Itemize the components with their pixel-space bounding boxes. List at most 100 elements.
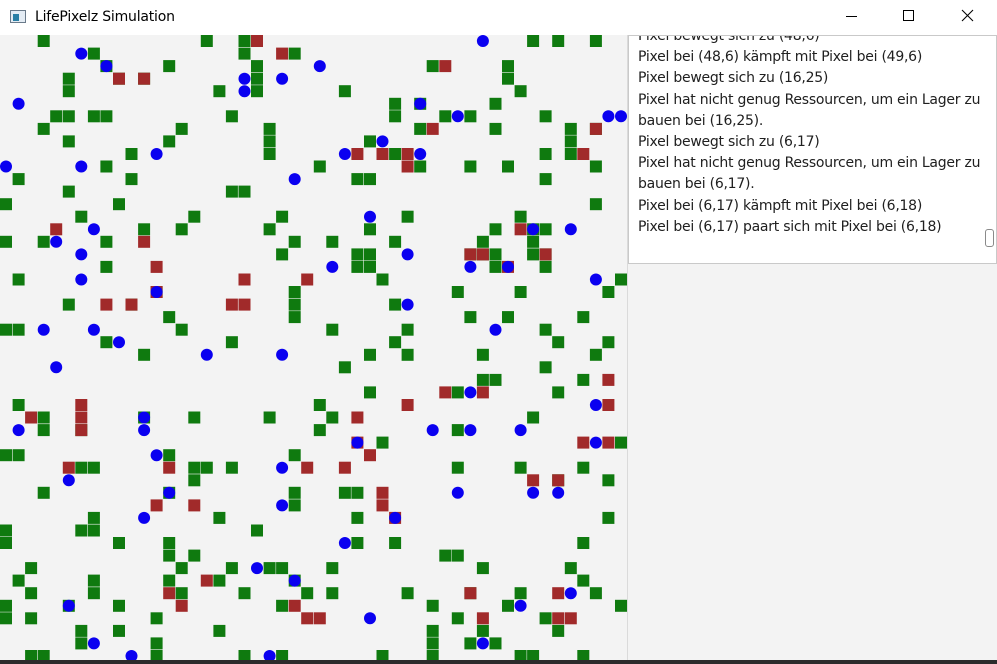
pixel-agent [401, 248, 414, 261]
plant-cell [351, 537, 364, 549]
plant-cell [251, 72, 263, 85]
plant-cell [213, 574, 226, 587]
maximize-button[interactable] [887, 0, 933, 34]
plant-cell [251, 524, 263, 537]
building-cell [401, 160, 414, 173]
plant-cell [276, 210, 289, 223]
pixel-agent [62, 599, 75, 612]
plant-cell [414, 160, 427, 173]
building-cell [602, 373, 615, 386]
plant-cell [364, 348, 376, 361]
pixel-agent [37, 323, 50, 336]
plant-cell [464, 160, 477, 173]
plant-cell [389, 235, 402, 248]
plant-cell [564, 122, 577, 135]
plant-cell [251, 85, 263, 98]
plant-cell [464, 637, 477, 650]
plant-cell [489, 260, 502, 273]
plant-cell [351, 248, 364, 261]
minimize-button[interactable] [830, 0, 876, 34]
building-cell [401, 148, 414, 160]
pixel-agent [62, 474, 75, 487]
plant-cell [263, 148, 276, 160]
building-cell [25, 411, 38, 424]
pixel-agent [150, 286, 163, 298]
plant-cell [125, 173, 138, 186]
plant-cell [476, 235, 489, 248]
plant-cell [451, 549, 464, 562]
plant-cell [188, 411, 201, 424]
plant-cell [589, 160, 602, 173]
plant-cell [439, 110, 452, 123]
plant-cell [389, 298, 402, 311]
plant-cell [288, 449, 301, 462]
pixel-agent [150, 449, 163, 462]
pixel-agent [150, 148, 163, 160]
plant-cell [313, 424, 326, 437]
plant-cell [163, 574, 176, 587]
building-cell [476, 612, 489, 625]
pixel-agent [238, 72, 251, 85]
plant-cell [12, 574, 25, 587]
plant-cell [351, 511, 364, 524]
plant-cell [113, 198, 125, 211]
plant-cell [37, 122, 50, 135]
plant-cell [87, 47, 100, 60]
event-log[interactable]: Pixel bewegt sich zu (48,6) Pixel bei (48… [628, 35, 997, 264]
building-cell [150, 499, 163, 512]
pixel-agent [451, 110, 464, 123]
plant-cell [188, 461, 201, 474]
log-line: Pixel bewegt sich zu (6,17) [638, 134, 820, 151]
plant-cell [364, 248, 376, 261]
plant-cell [263, 122, 276, 135]
simulation-grid[interactable] [0, 35, 627, 664]
building-cell [351, 148, 364, 160]
plant-cell [150, 612, 163, 625]
plant-cell [0, 235, 12, 248]
plant-cell [100, 235, 113, 248]
plant-cell [263, 223, 276, 236]
plant-cell [364, 223, 376, 236]
plant-cell [225, 461, 238, 474]
plant-cell [163, 549, 176, 562]
log-line: Pixel bei (6,17) paart sich mit Pixel be… [638, 218, 942, 235]
pixel-agent [75, 47, 88, 60]
app-window-icon [10, 10, 26, 23]
building-cell [552, 612, 565, 625]
building-cell [577, 148, 590, 160]
pixel-agent [502, 260, 514, 273]
title-bar[interactable]: LifePixelz Simulation [0, 0, 997, 35]
building-cell [138, 235, 151, 248]
plant-cell [539, 148, 552, 160]
pixel-agent [138, 411, 151, 424]
log-scrollbar[interactable] [982, 36, 996, 263]
building-cell [602, 436, 615, 449]
plant-cell [426, 637, 439, 650]
plant-cell [615, 273, 627, 286]
building-cell [251, 35, 263, 47]
log-line: bauen bei (16,25). [638, 112, 764, 129]
plant-cell [577, 311, 590, 324]
plant-cell [376, 436, 389, 449]
plant-cell [489, 223, 502, 236]
plant-cell [514, 85, 527, 98]
plant-cell [50, 110, 63, 123]
plant-cell [113, 624, 125, 637]
close-button[interactable] [946, 0, 992, 34]
plant-cell [200, 35, 213, 47]
log-line: Pixel bei (6,17) kämpft mit Pixel bei (6… [638, 197, 923, 214]
plant-cell [539, 173, 552, 186]
plant-cell [552, 35, 565, 47]
log-scrollbar-thumb[interactable] [985, 229, 994, 247]
plant-cell [364, 173, 376, 186]
plant-cell [25, 562, 38, 575]
plant-cell [489, 248, 502, 261]
plant-cell [502, 60, 514, 73]
building-cell [113, 72, 125, 85]
pixel-agent [313, 60, 326, 73]
plant-cell [451, 286, 464, 298]
plant-cell [12, 273, 25, 286]
plant-cell [238, 185, 251, 198]
building-cell [163, 461, 176, 474]
maximize-icon [903, 10, 914, 21]
